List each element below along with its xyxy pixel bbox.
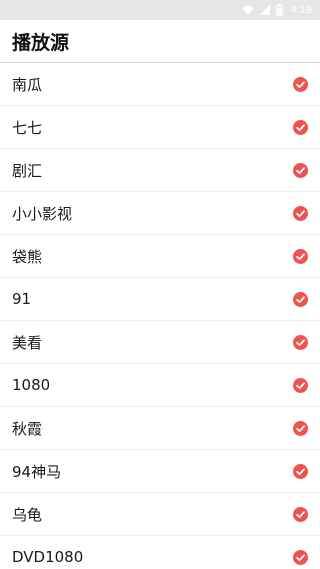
- source-label: 七七: [12, 118, 43, 137]
- check-circle-icon[interactable]: [293, 205, 308, 221]
- source-item-9[interactable]: 94神马: [0, 450, 320, 493]
- app-bar: 播放源: [0, 20, 320, 63]
- check-circle-icon[interactable]: [293, 377, 308, 393]
- check-circle-icon[interactable]: [293, 549, 308, 565]
- check-circle-icon[interactable]: [293, 334, 308, 350]
- source-label: 袋熊: [12, 247, 43, 266]
- check-circle-icon[interactable]: [293, 119, 308, 135]
- source-label: 美看: [12, 333, 43, 352]
- check-circle-icon[interactable]: [293, 248, 308, 264]
- check-circle-icon[interactable]: [293, 76, 308, 92]
- wifi-icon: [241, 5, 254, 15]
- signal-icon: [259, 5, 270, 15]
- source-item-4[interactable]: 袋熊: [0, 235, 320, 278]
- source-list: 南瓜 七七 剧汇 小小影视 袋熊 91 美看 1080 秋霞 94神马 乌龟 D…: [0, 63, 320, 569]
- source-label: DVD1080: [12, 548, 84, 566]
- source-label: 1080: [12, 376, 51, 394]
- check-circle-icon[interactable]: [293, 162, 308, 178]
- source-item-2[interactable]: 剧汇: [0, 149, 320, 192]
- check-circle-icon[interactable]: [293, 420, 308, 436]
- source-item-11[interactable]: DVD1080: [0, 536, 320, 569]
- check-circle-icon[interactable]: [293, 463, 308, 479]
- page-title: 播放源: [12, 31, 70, 54]
- status-bar: 4:19: [0, 0, 320, 20]
- source-item-6[interactable]: 美看: [0, 321, 320, 364]
- source-label: 94神马: [12, 462, 62, 481]
- source-label: 南瓜: [12, 75, 43, 94]
- source-item-1[interactable]: 七七: [0, 106, 320, 149]
- check-circle-icon[interactable]: [293, 291, 308, 307]
- source-item-0[interactable]: 南瓜: [0, 63, 320, 106]
- source-item-7[interactable]: 1080: [0, 364, 320, 407]
- source-label: 乌龟: [12, 505, 43, 524]
- source-item-8[interactable]: 秋霞: [0, 407, 320, 450]
- check-circle-icon[interactable]: [293, 506, 308, 522]
- source-label: 秋霞: [12, 419, 43, 438]
- source-item-5[interactable]: 91: [0, 278, 320, 321]
- source-item-10[interactable]: 乌龟: [0, 493, 320, 536]
- source-label: 剧汇: [12, 161, 43, 180]
- source-label: 91: [12, 290, 32, 308]
- battery-icon: [275, 4, 283, 16]
- source-label: 小小影视: [12, 204, 73, 223]
- source-item-3[interactable]: 小小影视: [0, 192, 320, 235]
- status-time: 4:19: [290, 4, 312, 16]
